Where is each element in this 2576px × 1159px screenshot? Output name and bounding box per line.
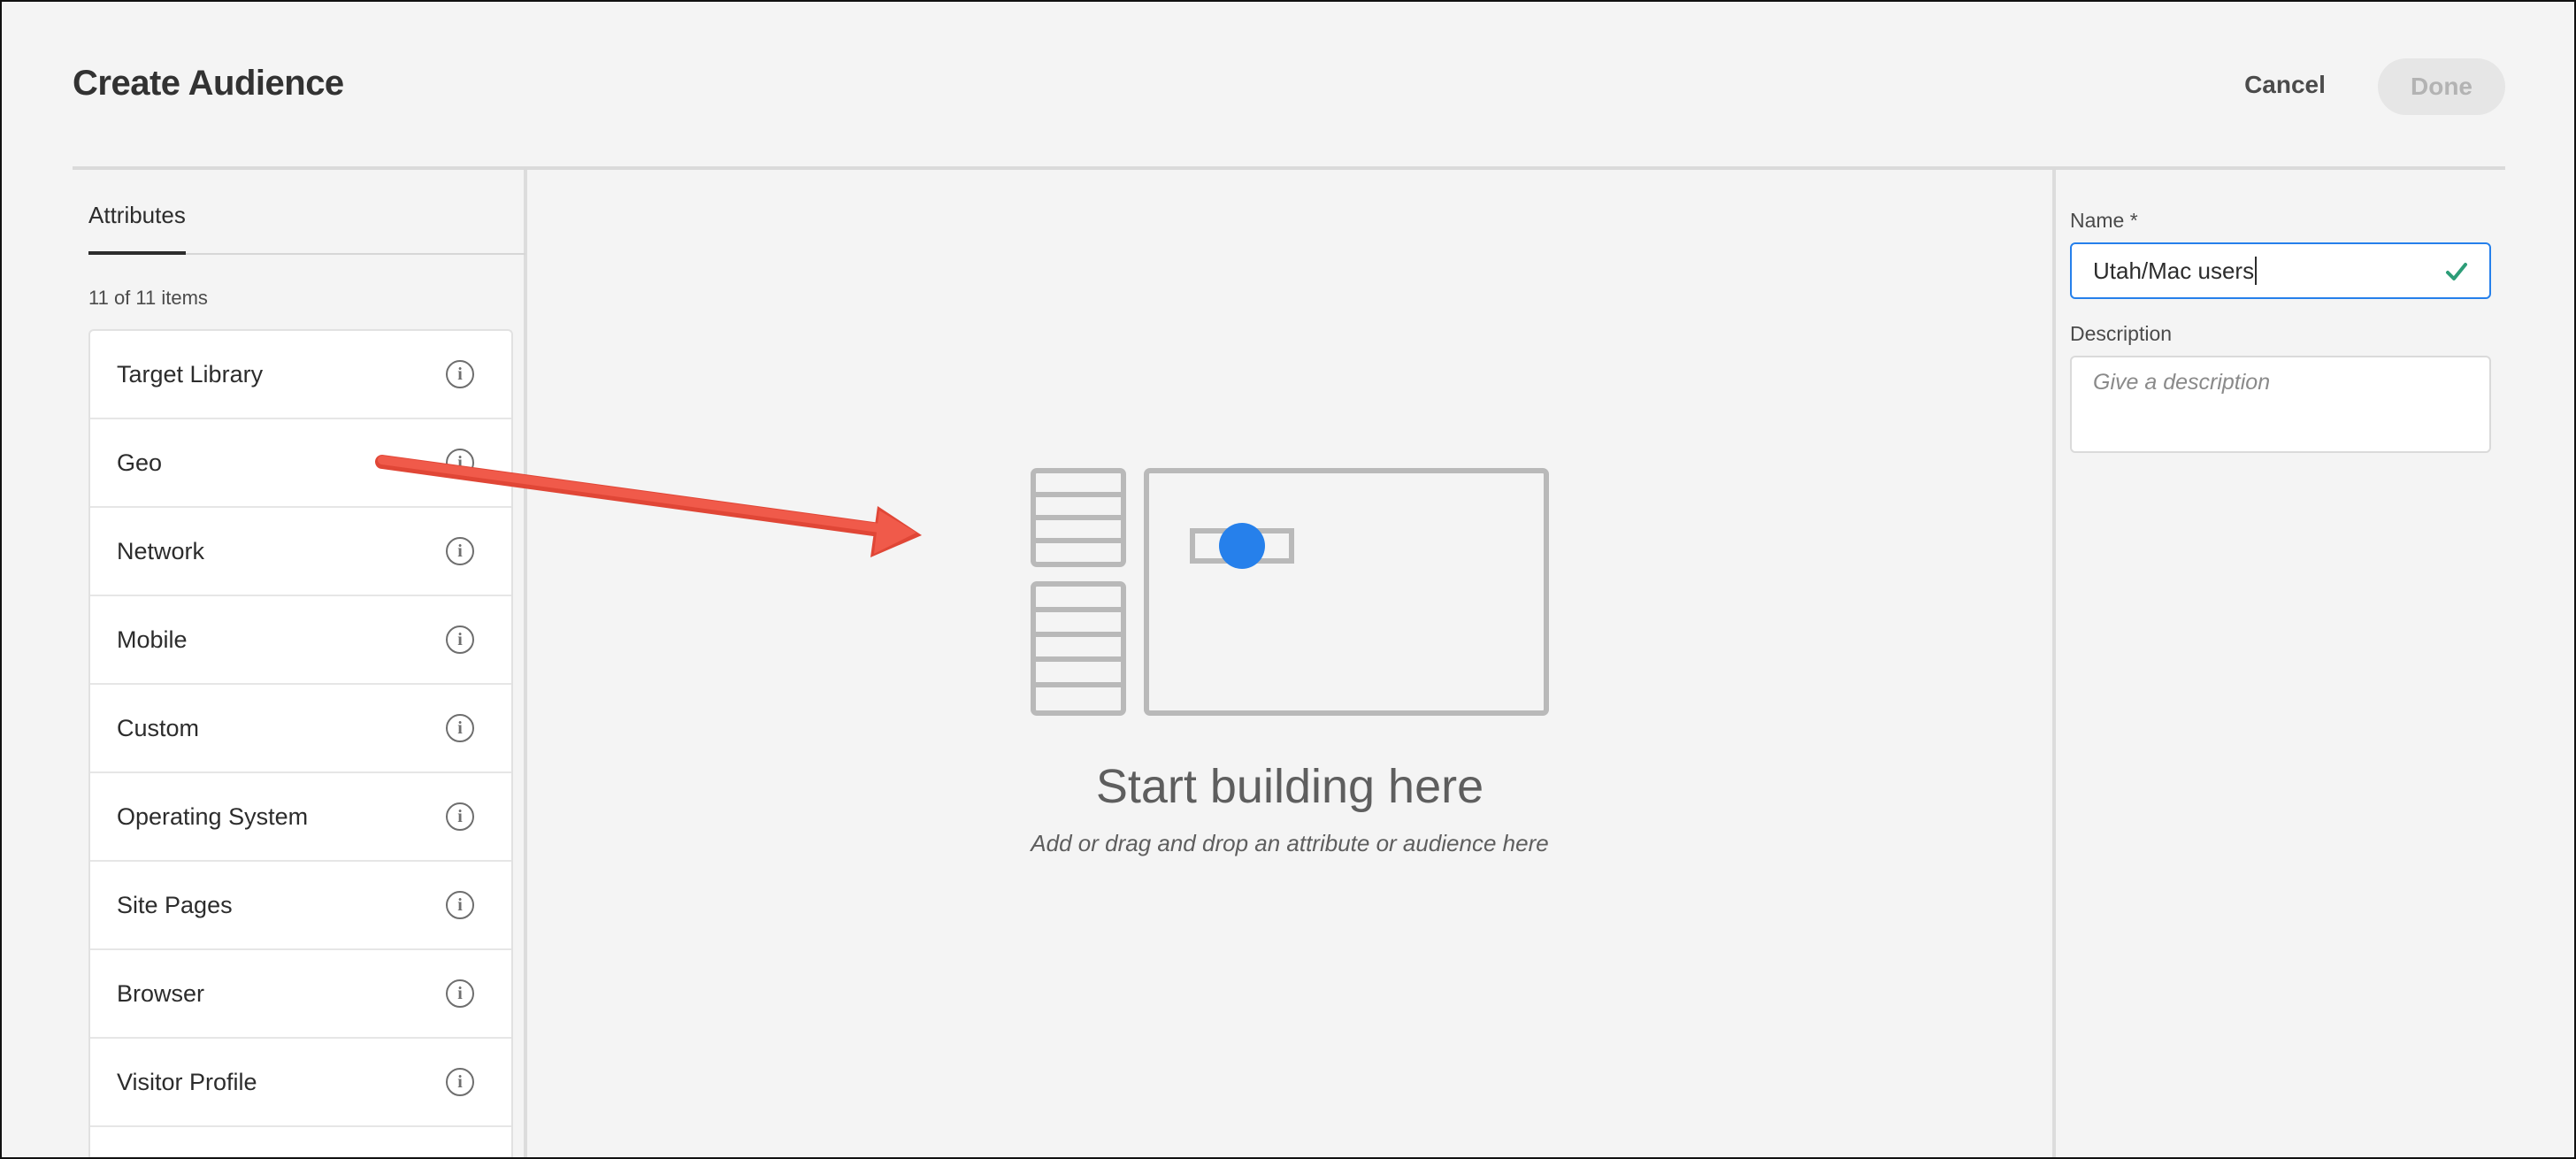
text-caret: [2255, 257, 2258, 285]
description-input[interactable]: Give a description: [2070, 356, 2491, 453]
info-icon[interactable]: i: [446, 1068, 474, 1096]
list-item-label: Network: [117, 537, 205, 564]
list-item-site-pages[interactable]: Site Pages i: [90, 862, 511, 950]
name-input[interactable]: Utah/Mac users: [2070, 242, 2491, 299]
list-item-label: Visitor Profile: [117, 1068, 257, 1095]
page-title: Create Audience: [73, 64, 344, 103]
header-divider: [73, 166, 2505, 170]
list-item-label: Site Pages: [117, 891, 233, 918]
done-button[interactable]: Done: [2378, 58, 2505, 115]
list-item-network[interactable]: Network i: [90, 508, 511, 596]
list-item-label: Mobile: [117, 626, 188, 653]
list-item-label: Target Library: [117, 360, 264, 388]
description-field-label: Description: [2070, 322, 2173, 345]
list-item-operating-system[interactable]: Operating System i: [90, 773, 511, 862]
tab-selected-indicator: [88, 251, 186, 255]
right-panel-divider: [2052, 170, 2056, 1157]
attributes-list: Target Library i Geo i Network i Mobile …: [88, 329, 513, 1157]
info-icon[interactable]: i: [446, 979, 474, 1008]
empty-state-subtitle: Add or drag and drop an attribute or aud…: [1031, 830, 1549, 856]
list-item-label: Geo: [117, 449, 163, 476]
tab-attributes[interactable]: Attributes: [88, 202, 186, 229]
create-audience-dialog: Create Audience Cancel Done Attributes 1…: [0, 0, 2576, 1159]
name-field-label: Name *: [2070, 209, 2138, 232]
list-item-geo[interactable]: Geo i: [90, 419, 511, 508]
info-icon[interactable]: i: [446, 360, 474, 388]
list-item-label: Browser: [117, 979, 205, 1007]
list-item-visitor-profile[interactable]: Visitor Profile i: [90, 1039, 511, 1127]
list-item-target-library[interactable]: Target Library i: [90, 331, 511, 419]
cancel-button[interactable]: Cancel: [2212, 53, 2358, 117]
items-count: 11 of 11 items: [88, 287, 208, 309]
list-item-label: Custom: [117, 714, 200, 741]
info-icon[interactable]: i: [446, 714, 474, 742]
list-item-browser[interactable]: Browser i: [90, 950, 511, 1039]
empty-state-title: Start building here: [1095, 760, 1484, 813]
drag-drop-illustration: [1031, 468, 1549, 716]
info-icon[interactable]: i: [446, 626, 474, 654]
left-panel-divider: [524, 170, 527, 1157]
list-item-label: Operating System: [117, 802, 309, 830]
info-icon[interactable]: i: [446, 449, 474, 477]
info-icon[interactable]: i: [446, 802, 474, 831]
checkmark-icon: [2446, 263, 2467, 280]
name-input-value: Utah/Mac users: [2093, 257, 2255, 284]
info-icon[interactable]: i: [446, 537, 474, 565]
info-icon[interactable]: i: [446, 891, 474, 919]
list-item-mobile[interactable]: Mobile i: [90, 596, 511, 685]
list-item-custom[interactable]: Custom i: [90, 685, 511, 773]
